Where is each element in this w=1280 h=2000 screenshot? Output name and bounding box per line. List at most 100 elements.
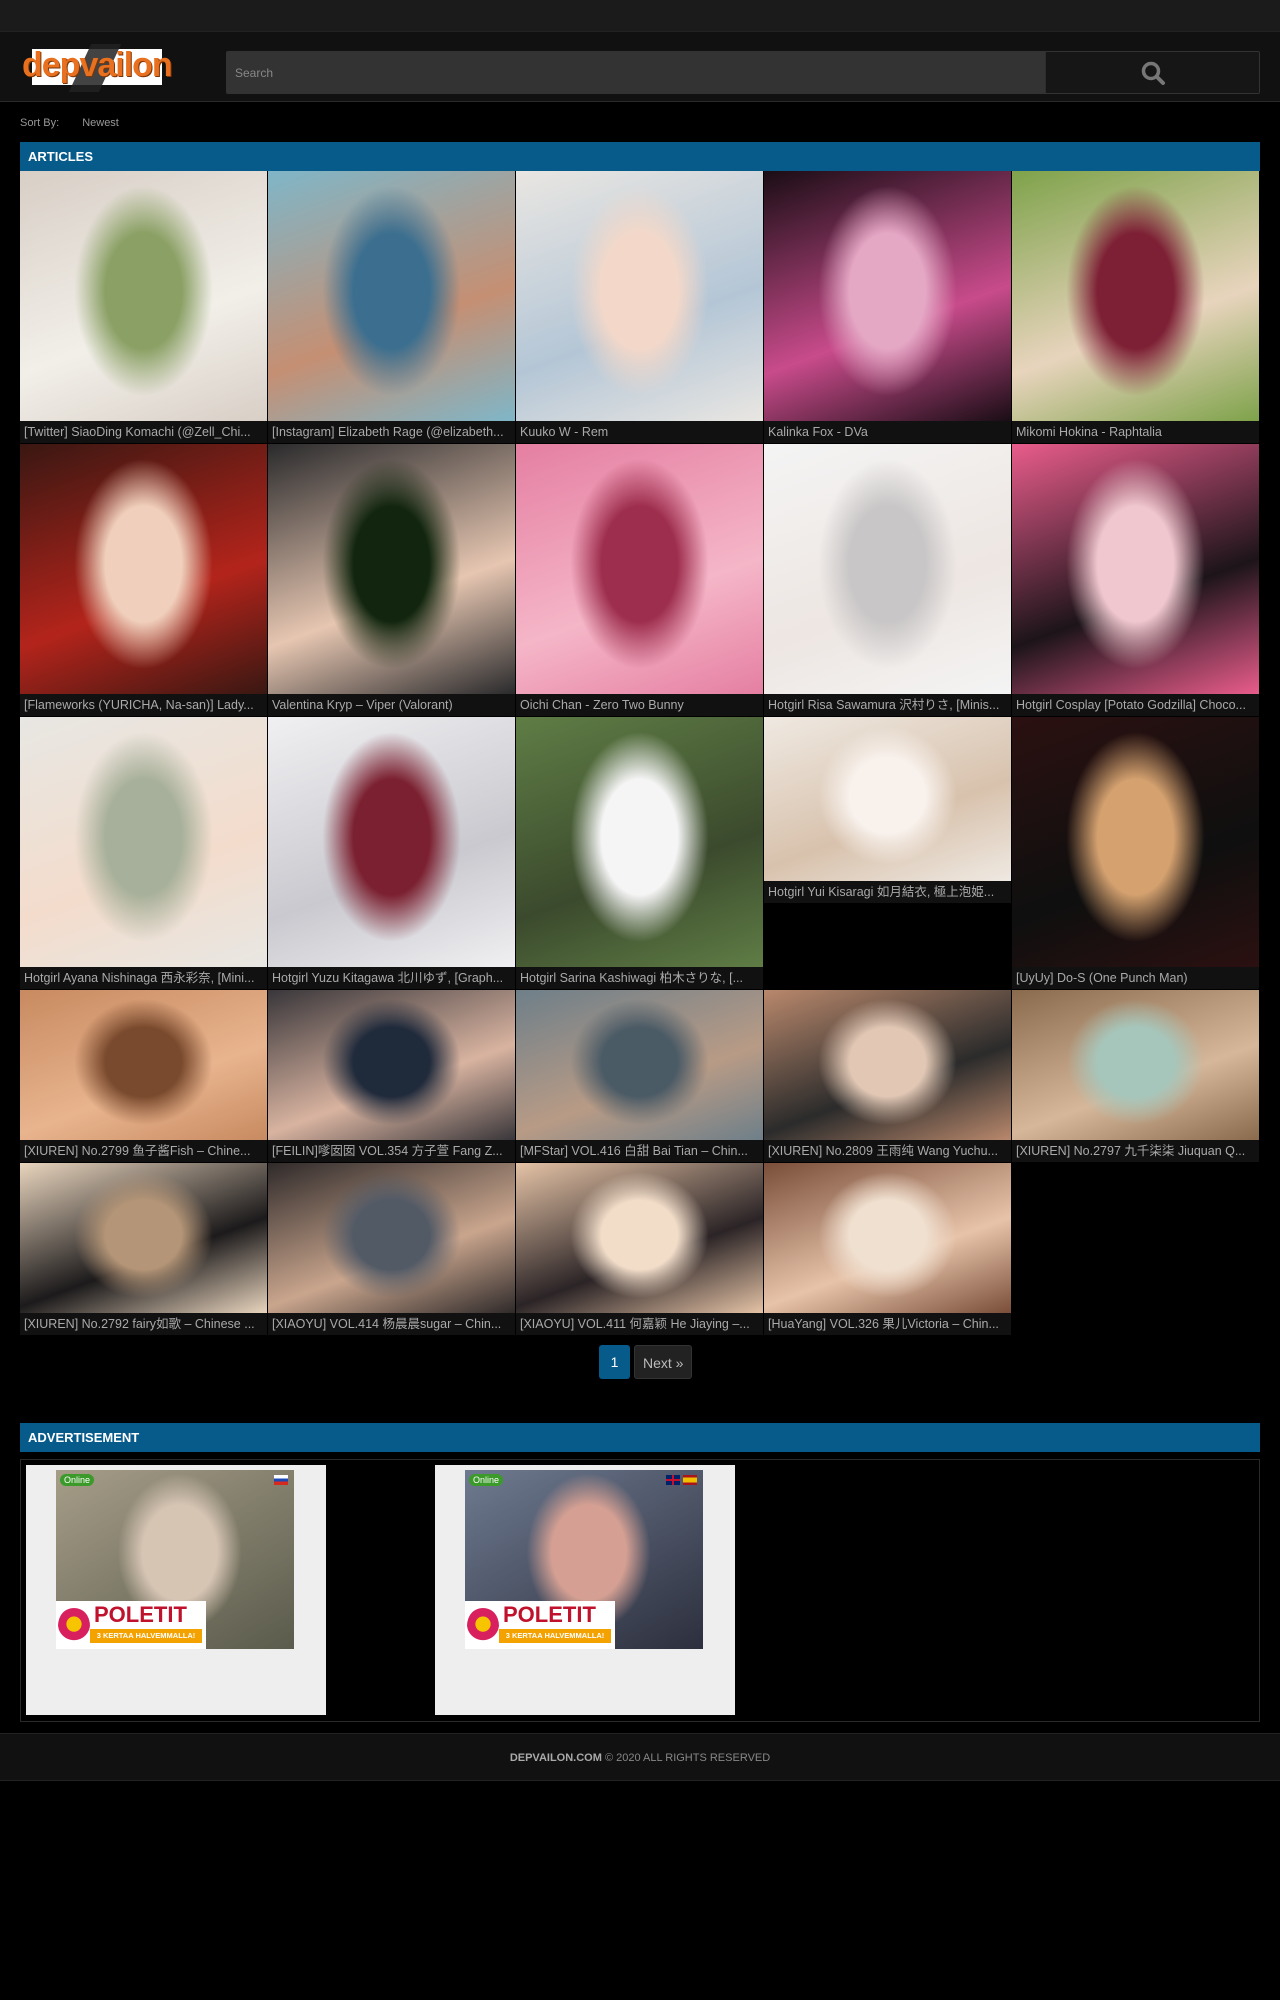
article-card[interactable]: Mikomi Hokina - Raphtalia: [1012, 171, 1259, 443]
article-caption[interactable]: [XIUREN] No.2799 鱼子酱Fish – Chine...: [20, 1140, 267, 1162]
article-card[interactable]: Valentina Kryp – Viper (Valorant): [268, 444, 515, 716]
article-caption[interactable]: [XIUREN] No.2809 王雨纯 Wang Yuchu...: [764, 1140, 1011, 1162]
sort-value[interactable]: Newest: [82, 117, 119, 129]
article-card[interactable]: Hotgirl Risa Sawamura 沢村りさ, [Minis...: [764, 444, 1011, 716]
article-card[interactable]: Hotgirl Yui Kisaragi 如月結衣, 極上泡姫...: [764, 717, 1011, 903]
article-card[interactable]: [XIAOYU] VOL.411 何嘉颖 He Jiaying –...: [516, 1163, 763, 1335]
article-thumbnail[interactable]: [268, 1163, 515, 1313]
brand-logo-icon: [467, 1607, 499, 1645]
article-caption[interactable]: Hotgirl Ayana Nishinaga 西永彩奈, [Mini...: [20, 967, 267, 989]
article-caption[interactable]: Hotgirl Yui Kisaragi 如月結衣, 極上泡姫...: [764, 881, 1011, 903]
article-thumbnail[interactable]: [516, 444, 763, 694]
article-caption[interactable]: Valentina Kryp – Viper (Valorant): [268, 694, 515, 716]
article-thumbnail[interactable]: [20, 717, 267, 967]
article-thumbnail[interactable]: [516, 990, 763, 1140]
search-input[interactable]: [227, 52, 1045, 93]
article-caption[interactable]: [UyUy] Do-S (One Punch Man): [1012, 967, 1259, 989]
next-page-button[interactable]: Next »: [634, 1345, 693, 1379]
article-caption[interactable]: Oichi Chan - Zero Two Bunny: [516, 694, 763, 716]
advertisement-heading: ADVERTISEMENT: [20, 1423, 1260, 1452]
flag-gb-icon: [666, 1475, 680, 1485]
article-thumbnail[interactable]: [1012, 990, 1259, 1140]
ad-banner[interactable]: Online POLETIT 3 KERTAA HALVEMMALLA!: [26, 1465, 326, 1715]
article-thumbnail[interactable]: [764, 1163, 1011, 1313]
search-button[interactable]: [1045, 52, 1259, 93]
article-caption[interactable]: [XIAOYU] VOL.411 何嘉颖 He Jiaying –...: [516, 1313, 763, 1335]
site-footer: DEPVAILON.COM © 2020 ALL RIGHTS RESERVED: [0, 1733, 1280, 1781]
footer-site-name[interactable]: DEPVAILON.COM: [510, 1752, 602, 1764]
brand-logo-icon: [58, 1607, 90, 1645]
article-caption[interactable]: Hotgirl Sarina Kashiwagi 柏木さりな, [...: [516, 967, 763, 989]
ad-image[interactable]: Online POLETIT 3 KERTAA HALVEMMALLA!: [56, 1470, 294, 1649]
article-caption[interactable]: [XIUREN] No.2797 九千柒柒 Jiuquan Q...: [1012, 1140, 1259, 1162]
article-thumbnail[interactable]: [516, 1163, 763, 1313]
article-thumbnail[interactable]: [1012, 444, 1259, 694]
ad-brand-banner[interactable]: POLETIT 3 KERTAA HALVEMMALLA!: [465, 1601, 615, 1649]
article-caption[interactable]: [MFStar] VOL.416 白甜 Bai Tian – Chin...: [516, 1140, 763, 1162]
article-caption[interactable]: [Twitter] SiaoDing Komachi (@Zell_Chi...: [20, 421, 267, 443]
article-caption[interactable]: Kalinka Fox - DVa: [764, 421, 1011, 443]
article-caption[interactable]: [HuaYang] VOL.326 果儿Victoria – Chin...: [764, 1313, 1011, 1335]
article-thumbnail[interactable]: [20, 444, 267, 694]
ad-brand-banner[interactable]: POLETIT 3 KERTAA HALVEMMALLA!: [56, 1601, 206, 1649]
site-logo[interactable]: depvailon: [20, 42, 176, 92]
article-card[interactable]: Hotgirl Cosplay [Potato Godzilla] Choco.…: [1012, 444, 1259, 716]
article-thumbnail[interactable]: [764, 444, 1011, 694]
sort-control: Sort By: Newest: [20, 117, 119, 129]
article-thumbnail[interactable]: [20, 990, 267, 1140]
ad-tagline: 3 KERTAA HALVEMMALLA!: [499, 1629, 611, 1643]
article-card[interactable]: [HuaYang] VOL.326 果儿Victoria – Chin...: [764, 1163, 1011, 1335]
article-card[interactable]: [XIUREN] No.2799 鱼子酱Fish – Chine...: [20, 990, 267, 1162]
article-card[interactable]: Kalinka Fox - DVa: [764, 171, 1011, 443]
article-caption[interactable]: Kuuko W - Rem: [516, 421, 763, 443]
article-card[interactable]: [Flameworks (YURICHA, Na-san)] Lady...: [20, 444, 267, 716]
ad-tagline: 3 KERTAA HALVEMMALLA!: [90, 1629, 202, 1643]
article-thumbnail[interactable]: [268, 171, 515, 421]
article-card[interactable]: [FEILIN]嗲囡囡 VOL.354 方子萱 Fang Z...: [268, 990, 515, 1162]
article-thumbnail[interactable]: [516, 717, 763, 967]
article-thumbnail[interactable]: [764, 990, 1011, 1140]
article-card[interactable]: [XIUREN] No.2797 九千柒柒 Jiuquan Q...: [1012, 990, 1259, 1162]
article-thumbnail[interactable]: [516, 171, 763, 421]
ad-brand-name: POLETIT: [94, 1602, 187, 1627]
article-thumbnail[interactable]: [1012, 171, 1259, 421]
article-thumbnail[interactable]: [1012, 717, 1259, 967]
article-card[interactable]: [XIUREN] No.2792 fairy如歌 – Chinese ...: [20, 1163, 267, 1335]
article-card[interactable]: Hotgirl Yuzu Kitagawa 北川ゆず, [Graph...: [268, 717, 515, 989]
article-card[interactable]: [Instagram] Elizabeth Rage (@elizabeth..…: [268, 171, 515, 443]
article-thumbnail[interactable]: [268, 717, 515, 967]
flag-es-icon: [683, 1475, 697, 1485]
ad-banner[interactable]: Online POLETIT 3 KERTAA HALVEMMALLA!: [435, 1465, 735, 1715]
article-caption[interactable]: Hotgirl Risa Sawamura 沢村りさ, [Minis...: [764, 694, 1011, 716]
article-caption[interactable]: [Flameworks (YURICHA, Na-san)] Lady...: [20, 694, 267, 716]
article-thumbnail[interactable]: [268, 444, 515, 694]
article-card[interactable]: Hotgirl Ayana Nishinaga 西永彩奈, [Mini...: [20, 717, 267, 989]
search-icon: [1141, 61, 1165, 85]
site-header: depvailon: [0, 32, 1280, 102]
article-card[interactable]: [Twitter] SiaoDing Komachi (@Zell_Chi...: [20, 171, 267, 443]
article-caption[interactable]: [Instagram] Elizabeth Rage (@elizabeth..…: [268, 421, 515, 443]
article-thumbnail[interactable]: [20, 171, 267, 421]
article-card[interactable]: Kuuko W - Rem: [516, 171, 763, 443]
article-card[interactable]: [UyUy] Do-S (One Punch Man): [1012, 717, 1259, 989]
article-thumbnail[interactable]: [20, 1163, 267, 1313]
ad-image[interactable]: Online POLETIT 3 KERTAA HALVEMMALLA!: [465, 1470, 703, 1649]
top-bar: [0, 0, 1280, 32]
article-caption[interactable]: [XIAOYU] VOL.414 杨晨晨sugar – Chin...: [268, 1313, 515, 1335]
article-card[interactable]: [XIAOYU] VOL.414 杨晨晨sugar – Chin...: [268, 1163, 515, 1335]
article-caption[interactable]: [FEILIN]嗲囡囡 VOL.354 方子萱 Fang Z...: [268, 1140, 515, 1162]
article-card[interactable]: [XIUREN] No.2809 王雨纯 Wang Yuchu...: [764, 990, 1011, 1162]
page-1-button[interactable]: 1: [599, 1345, 630, 1379]
article-thumbnail[interactable]: [764, 717, 1011, 881]
article-thumbnail[interactable]: [268, 990, 515, 1140]
pagination: 1 Next »: [599, 1345, 693, 1379]
article-card[interactable]: Hotgirl Sarina Kashiwagi 柏木さりな, [...: [516, 717, 763, 989]
article-caption[interactable]: Hotgirl Yuzu Kitagawa 北川ゆず, [Graph...: [268, 967, 515, 989]
article-caption[interactable]: Hotgirl Cosplay [Potato Godzilla] Choco.…: [1012, 694, 1259, 716]
article-card[interactable]: [MFStar] VOL.416 白甜 Bai Tian – Chin...: [516, 990, 763, 1162]
article-card[interactable]: Oichi Chan - Zero Two Bunny: [516, 444, 763, 716]
flag-ru-icon: [274, 1475, 288, 1485]
article-thumbnail[interactable]: [764, 171, 1011, 421]
article-caption[interactable]: Mikomi Hokina - Raphtalia: [1012, 421, 1259, 443]
article-caption[interactable]: [XIUREN] No.2792 fairy如歌 – Chinese ...: [20, 1313, 267, 1335]
